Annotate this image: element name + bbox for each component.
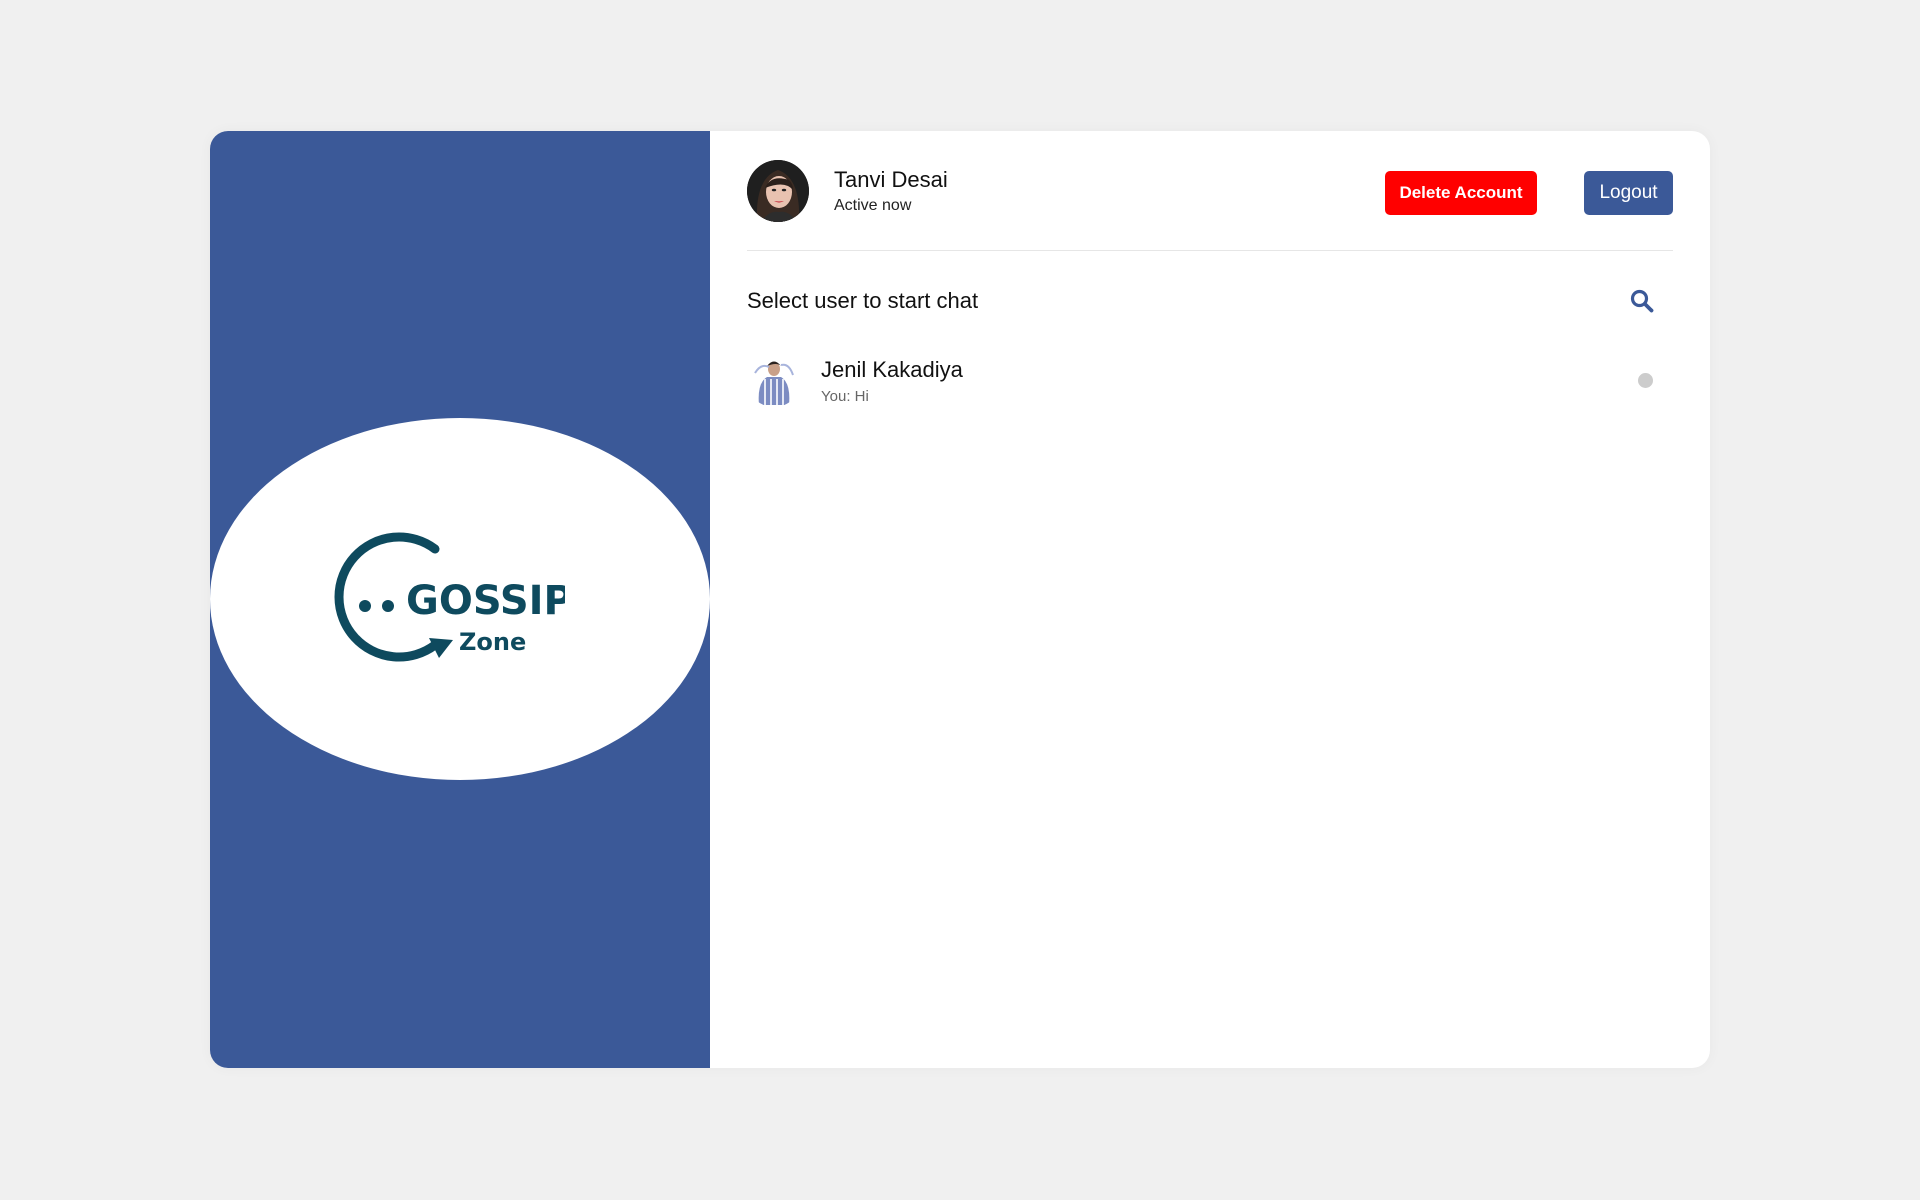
- logo-subtitle: Zone: [459, 628, 526, 656]
- logout-button[interactable]: Logout: [1584, 171, 1673, 215]
- search-label: Select user to start chat: [747, 288, 979, 313]
- logo-title: GOSSIP: [406, 578, 565, 624]
- app-card: GOSSIP Zone Tanvi Desai Active now Delet…: [210, 131, 1710, 1068]
- brand-panel: GOSSIP Zone: [210, 131, 710, 1068]
- chat-meta: Jenil Kakadiya You: Hi: [821, 356, 963, 405]
- search-row: Select user to start chat: [747, 251, 1673, 351]
- gossip-zone-logo: GOSSIP Zone: [334, 532, 565, 662]
- status-dot: [1638, 373, 1653, 388]
- user-status: Active now: [834, 197, 912, 214]
- search-icon[interactable]: [1629, 288, 1655, 314]
- chat-avatar: [747, 353, 801, 407]
- chat-last-message: You: Hi: [821, 387, 869, 405]
- header: Tanvi Desai Active now Delete Account Lo…: [747, 131, 1673, 251]
- user-name: Tanvi Desai: [834, 167, 948, 192]
- chat-name: Jenil Kakadiya: [821, 356, 963, 382]
- user-meta: Tanvi Desai Active now: [834, 166, 948, 215]
- chat-list-item[interactable]: Jenil Kakadiya You: Hi: [747, 345, 1673, 415]
- main-panel: Tanvi Desai Active now Delete Account Lo…: [710, 131, 1710, 1068]
- logo-ellipse: GOSSIP Zone: [210, 418, 710, 780]
- user-avatar: [747, 159, 809, 222]
- delete-account-button[interactable]: Delete Account: [1385, 171, 1537, 215]
